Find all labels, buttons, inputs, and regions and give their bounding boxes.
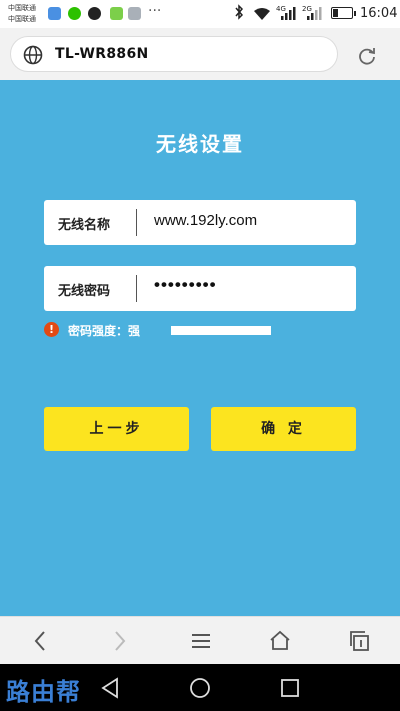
tabs-icon[interactable] (348, 629, 372, 657)
carrier-label: 中国联通 (8, 4, 36, 12)
qq-icon (88, 7, 101, 20)
browser-address-bar: TL-WR886N (0, 28, 400, 80)
home-icon[interactable] (268, 629, 292, 657)
status-bar: 中国联通 中国联通 ··· 4G 2G 16:04 (0, 0, 400, 28)
warning-icon: ! (44, 322, 59, 337)
battery-icon (331, 7, 356, 19)
back-icon[interactable] (32, 629, 48, 657)
reload-icon[interactable] (357, 45, 377, 69)
confirm-button[interactable]: 确 定 (211, 407, 356, 451)
network-type-label: 4G (276, 5, 286, 13)
menu-icon[interactable] (190, 629, 212, 657)
wireless-settings-panel: 无线设置 无线名称 www.192ly.com 无线密码 ••••••••• !… (0, 80, 400, 616)
system-nav-bar: 路由帮 (0, 664, 400, 711)
forward-icon[interactable] (112, 629, 128, 657)
url-text: TL-WR886N (55, 46, 149, 62)
password-label: 无线密码 (58, 284, 111, 299)
page-title: 无线设置 (156, 132, 244, 156)
more-notifications-icon: ··· (148, 3, 162, 19)
app-notification-icon (48, 7, 61, 20)
field-divider (136, 275, 137, 302)
password-input[interactable]: ••••••••• (154, 275, 217, 295)
previous-step-button[interactable]: 上一步 (44, 407, 189, 451)
wifi-icon (253, 6, 271, 25)
browser-toolbar (0, 616, 400, 664)
cellular-signal-icon: 2G (302, 5, 322, 25)
field-divider (136, 209, 137, 236)
nav-home-icon[interactable] (189, 677, 211, 703)
status-time: 16:04 (360, 6, 398, 21)
gallery-icon (128, 7, 141, 20)
strength-label: 密码强度：强 (68, 324, 141, 338)
url-field[interactable]: TL-WR886N (10, 36, 338, 72)
carrier-label: 中国联通 (8, 15, 36, 23)
wechat-icon (68, 7, 81, 20)
cellular-signal-icon: 4G (276, 5, 296, 25)
nav-back-icon[interactable] (100, 677, 120, 703)
ssid-label: 无线名称 (58, 218, 111, 233)
password-field[interactable]: 无线密码 ••••••••• (44, 266, 356, 311)
ssid-input[interactable]: www.192ly.com (154, 212, 257, 229)
strength-bar (171, 326, 271, 335)
ssid-field[interactable]: 无线名称 www.192ly.com (44, 200, 356, 245)
bluetooth-icon (234, 4, 244, 24)
globe-icon (23, 45, 43, 69)
message-icon (110, 7, 123, 20)
watermark-logo: 路由帮 (6, 677, 81, 706)
nav-recents-icon[interactable] (280, 678, 300, 702)
network-type-label: 2G (302, 5, 312, 13)
